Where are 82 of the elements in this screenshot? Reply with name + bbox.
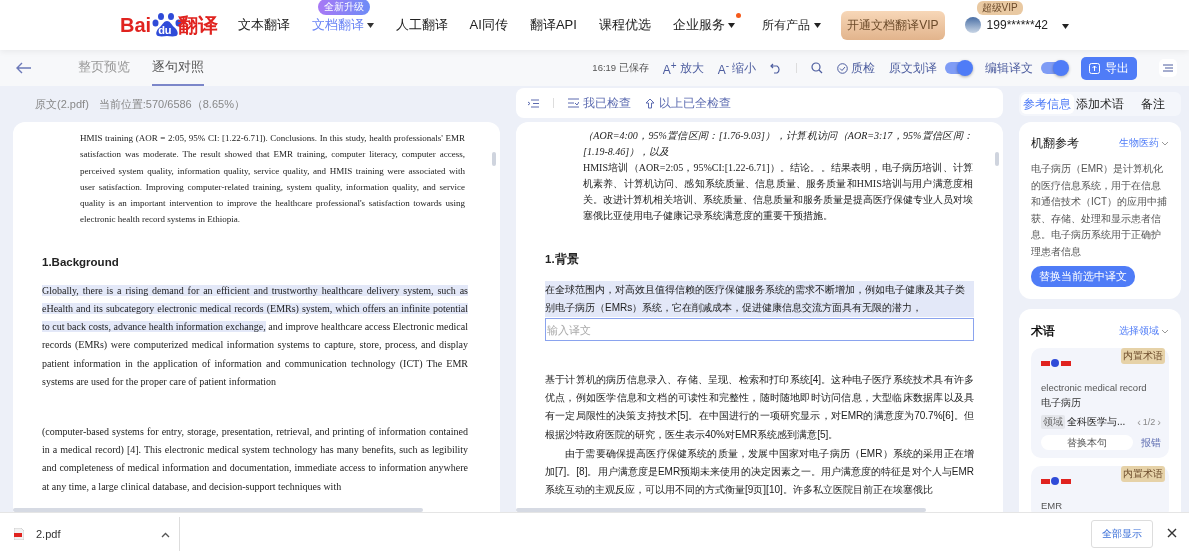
section-heading: 1.背景	[545, 252, 580, 267]
caret-icon	[814, 22, 822, 28]
side-tab[interactable]: 参考信息	[1021, 94, 1074, 114]
save-status: 16:19 已保存	[592, 61, 649, 75]
file-name: 原文(2.pdf)	[35, 96, 89, 112]
nav-link[interactable]: 企业服务	[672, 16, 735, 34]
card-title: 术语	[1031, 323, 1055, 340]
caret-icon	[366, 22, 374, 28]
show-all-button[interactable]: 全部显示	[1091, 520, 1153, 548]
domain-dropdown[interactable]: 生物医药	[1119, 137, 1169, 150]
domain-name: 全科医学与...	[1067, 415, 1126, 429]
logo-text: 翻译	[177, 12, 218, 38]
quality-check-button[interactable]: 质检	[837, 59, 875, 77]
close-icon[interactable]	[1167, 528, 1179, 540]
nav-link[interactable]: 课程优选	[598, 16, 651, 34]
translation-input[interactable]: 输入译文	[545, 318, 974, 341]
body-paragraph: Globally, there is a rising demand for an efficient and trustworthy healthcare delivery system, such as eHealth and its subcategory electronic medical records (EMRs) system, which offers an infinite potential to cut back costs, advance health information exchange, and improve healthcare access Electronic medical records (EMRs) were computerized medical information systems to capture, store, process, and display patient information in the application of information and communication technology (ICT) The EMR systems are used for the proper care of patient information	[42, 283, 468, 389]
nav-link[interactable]: 翻译API	[529, 16, 577, 34]
abstract-paragraph: HMIS培训（AOR=2:05，95%CI:[1.22-6.71]）。结论。。结果表明，电子病历培训、计算机素养、计算机访问、感知系统质量、信息质量、服务质量和HMIS培训与用户满意度相关。改进计算机相关培训、系统质量、信息质量和服务质量是提高医疗保健专业人员对埃塞俄比亚使用电子健康记录系统满意度的重要干预措施。	[583, 161, 973, 223]
domain-tag: 领域	[1041, 415, 1065, 429]
replace-sentence-button[interactable]: 替换本句	[1041, 435, 1133, 450]
nav-link[interactable]: 文档翻译	[311, 16, 374, 34]
builtin-badge: 内置术语	[1121, 348, 1165, 364]
term-target: 电子病历	[1041, 396, 1082, 410]
abstract-paragraph: （AOR=4:00，95%置信区间：[1.76-9.03]），计算机访问（AOR=3:17，95%置信区间：[1.19-8.46]），以及	[583, 129, 973, 159]
logo-icon	[1041, 476, 1071, 486]
body-paragraph: 基于计算机的病历信息录入、存储、呈现、检索和打印系统[4]。这种电子医疗系统技术具有许多优点，例如医学信息和文档的可读性和完整性，随时随地即时访问信息，大型临床数据库以及具有一定局限性的决策支持技术[5]。在中国进行的一项研究显示，对EMR的满意度为70.7%[6]。但根据沙特政府医院的研究，医生表示40%对EMR系统感到满意[5]。	[545, 373, 974, 442]
list-icon[interactable]	[528, 98, 539, 108]
term-source: electronic medical record	[1041, 382, 1148, 393]
search-icon[interactable]	[811, 62, 823, 74]
domain-dropdown[interactable]: 选择领域	[1119, 325, 1169, 338]
export-button[interactable]: 导出	[1081, 56, 1137, 80]
scrollbar-thumb	[492, 152, 496, 166]
new-badge: 全新升级	[317, 0, 370, 15]
menu-icon	[1163, 64, 1173, 72]
toggle-label: 编辑译文	[985, 59, 1033, 77]
all-checked-button[interactable]: 以上已全检查	[645, 94, 731, 112]
toggle-label: 原文划译	[889, 59, 937, 77]
nav-link[interactable]: 人工翻译	[395, 16, 448, 34]
report-link[interactable]: 报错	[1141, 435, 1161, 450]
vip-badge: 超级VIP	[976, 1, 1023, 15]
undo-icon[interactable]	[770, 62, 782, 74]
card-title: 机翻参考	[1031, 136, 1079, 151]
body-paragraph: 由于需要确保提高医疗保健系统的质量，发展中国家对电子病历（EMR）系统的采用正在增加[7]。[8]。用户满意度是EMR预期未来使用的决定因素之一。用户满意度的特征是对个人与EMR系统互动的主观反应，可以用不同的方式衡量[9页][10]。许多私立医院目前正在埃塞俄比	[545, 446, 974, 498]
chevron-down-icon	[1161, 329, 1169, 334]
scrollbar-thumb	[995, 152, 999, 166]
nav-link[interactable]: 文本翻译	[237, 16, 290, 34]
logo-text: du	[158, 24, 172, 36]
replace-button[interactable]: 替换当前选中译文	[1031, 266, 1135, 287]
nav-link[interactable]: AI同传	[469, 16, 508, 34]
toggle-switch[interactable]	[945, 62, 971, 74]
up-arrow-icon	[645, 97, 655, 109]
products-menu[interactable]: 所有产品	[762, 16, 822, 34]
side-tab[interactable]: 添加术语	[1073, 94, 1127, 114]
selected-sentence: 在全球范围内，对高效且值得信赖的医疗保健服务系统的需求不断增加，例如电子健康及其子类别电子病历（EMRs）系统，它在削减成本，促进健康信息交流方面具有无限的潜力，	[545, 281, 974, 317]
upload-icon	[1089, 62, 1100, 74]
zoom-button[interactable]: A$^{-}$ 缩小	[717, 59, 756, 77]
caret-icon	[727, 22, 735, 28]
page-count: 1/2	[1142, 417, 1156, 427]
zoom-button[interactable]: A$^{+}$ 放大	[662, 59, 704, 77]
check-circle-icon	[837, 62, 848, 74]
logo-text: Bai	[120, 13, 152, 37]
checked-button[interactable]: 我已检查	[568, 94, 631, 112]
vip-button[interactable]: 开通文档翻译VIP	[841, 10, 945, 40]
chevron-down-icon	[1161, 141, 1169, 146]
term-source: EMR	[1041, 500, 1064, 511]
reference-text: 电子病历（EMR）是计算机化的医疗信息系统，用于在信息和通信技术（ICT）的应用中捕获、存储、处理和显示患者信息。电子病历系统用于正确护理患者信息	[1031, 162, 1169, 259]
back-arrow-icon[interactable]	[16, 62, 32, 74]
logo-icon	[1041, 358, 1071, 368]
checklist-icon	[568, 98, 579, 108]
body-paragraph: (computer-based systems for entry, storage, presentation, retrieval, and printing of information contained in a medical record) [4]. This electronic medical system technology has many benefits, such as legibility and completeness of medical information and documentation, immediate access to information anywhere at any time, a large clinical database, and decision-support techniques with	[42, 425, 468, 494]
section-heading: 1.Background	[42, 255, 120, 268]
pdf-file-icon	[14, 528, 24, 540]
abstract-paragraph: HMIS training (AOR = 2:05, 95% CI: [1.22-6.71]). Conclusions. In this study, health professionals' EMR satisfaction was moderate. The result showed that EMR training, computer literacy, computer access, perceived system quality, information quality, service quality, and HMIS training were associated with user satisfaction. Improving computer-related training, system quality, information quality, and service quality is an important intervention to improve the healthcare professional's satisfaction towards using electronic health record systems in Ethiopia.	[80, 132, 465, 227]
position-text: 当前位置:570/6586（8.65%）	[98, 96, 245, 112]
caret-icon	[1062, 24, 1069, 29]
toggle-switch[interactable]	[1041, 62, 1067, 74]
side-tab[interactable]: 备注	[1126, 94, 1179, 114]
user-menu[interactable]: 199******42	[964, 17, 1069, 33]
download-file-name: 2.pdf	[36, 528, 61, 540]
builtin-badge: 内置术语	[1121, 466, 1165, 482]
avatar	[964, 17, 981, 33]
